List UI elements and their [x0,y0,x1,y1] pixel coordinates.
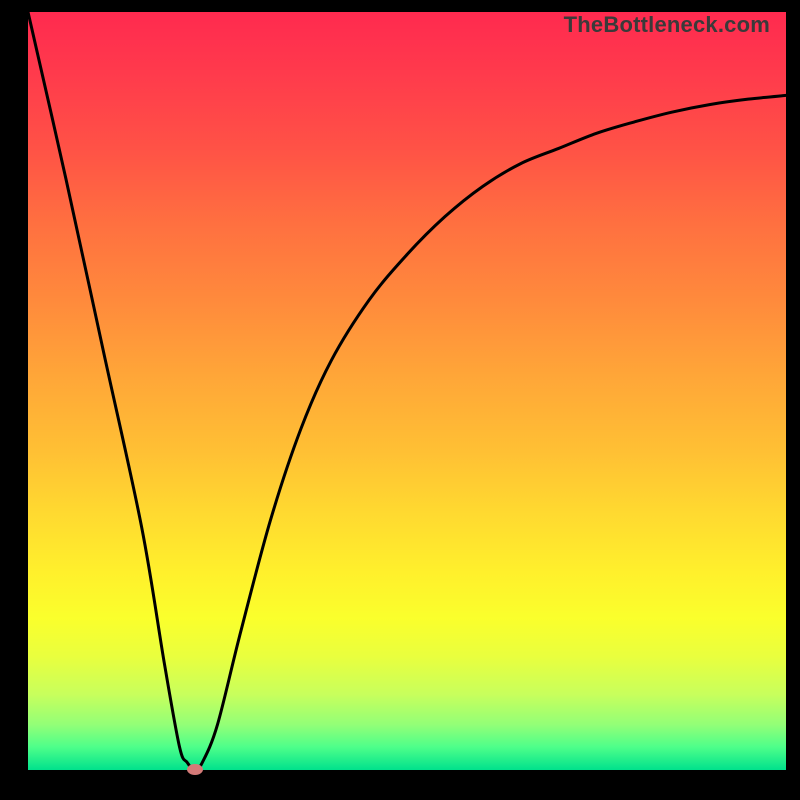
chart-frame: TheBottleneck.com [0,0,800,800]
plot-area: TheBottleneck.com [28,12,786,770]
optimal-point-marker [187,764,203,775]
bottleneck-curve [28,12,786,770]
